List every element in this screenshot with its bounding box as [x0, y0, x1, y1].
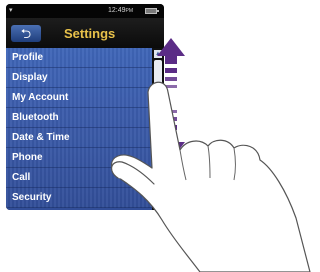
signal-icon: ▾: [9, 7, 13, 14]
back-button[interactable]: ⮌: [11, 25, 41, 42]
title-bar: ⮌ Settings: [6, 18, 164, 48]
back-arrow-icon: ⮌: [20, 26, 32, 41]
status-bar: ▾ 12:49PM: [6, 4, 164, 18]
list-item-profile[interactable]: Profile: [6, 48, 152, 68]
hand-finger-icon: [111, 81, 311, 272]
page-title: Settings: [64, 26, 116, 41]
clock: 12:49PM: [108, 7, 134, 14]
battery-icon: [145, 8, 159, 14]
